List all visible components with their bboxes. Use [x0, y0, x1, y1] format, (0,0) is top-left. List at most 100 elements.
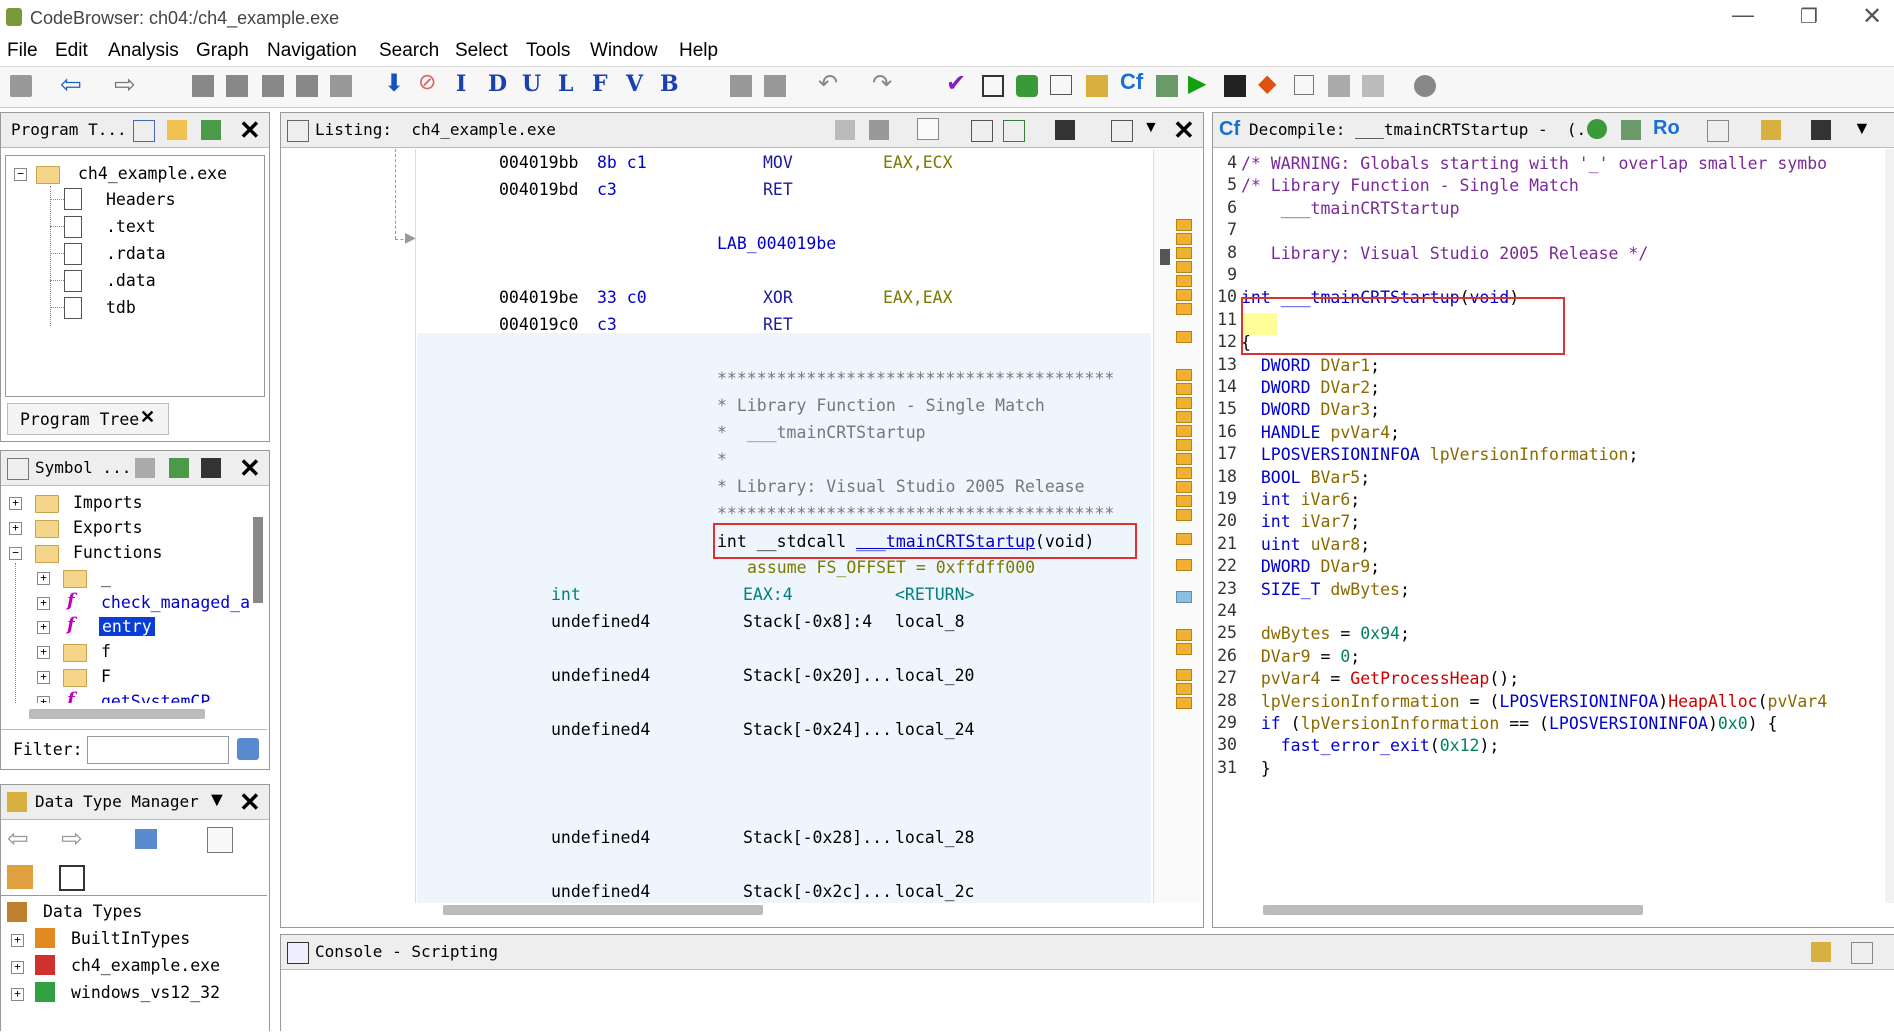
- memory-icon[interactable]: [1086, 75, 1108, 97]
- decompile-line[interactable]: lpVersionInformation = (LPOSVERSIONINFOA…: [1241, 691, 1827, 712]
- refresh-icon[interactable]: [1016, 75, 1038, 97]
- menu-search[interactable]: Search: [379, 40, 439, 62]
- token-variable[interactable]: lpVersionInformation: [1301, 714, 1500, 733]
- tool-icon-1[interactable]: [730, 75, 752, 97]
- token-number[interactable]: 0x0: [1718, 714, 1748, 733]
- save-icon[interactable]: [10, 75, 32, 97]
- tree-item-tdb[interactable]: tdb: [106, 298, 136, 317]
- var-name[interactable]: local_24: [895, 720, 974, 739]
- menu-graph[interactable]: Graph: [196, 40, 249, 62]
- close-window-button[interactable]: ✕: [1862, 2, 1882, 31]
- var-name[interactable]: local_20: [895, 666, 974, 685]
- collapse-icon[interactable]: −: [9, 547, 22, 560]
- clear-console-icon[interactable]: [1851, 942, 1873, 964]
- undo-icon[interactable]: ↶: [818, 69, 840, 97]
- token-variable[interactable]: pvVar4: [1261, 669, 1321, 688]
- close-symbol-tree-button[interactable]: ✕: [239, 453, 261, 484]
- tree-item-text[interactable]: .text: [106, 217, 156, 236]
- token-keyword[interactable]: LPOSVERSIONINFOA: [1549, 714, 1708, 733]
- decompile-menu-icon[interactable]: ▼: [1853, 118, 1871, 139]
- snapshot-icon[interactable]: [201, 458, 221, 478]
- var-name[interactable]: local_8: [895, 612, 965, 631]
- overview-bar[interactable]: [1153, 149, 1200, 903]
- menu-navigation[interactable]: Navigation: [267, 40, 357, 62]
- export-icon[interactable]: [1328, 75, 1350, 97]
- token-keyword[interactable]: SIZE_T: [1261, 580, 1321, 599]
- token-variable[interactable]: DVar3: [1320, 400, 1370, 419]
- function-folder-F[interactable]: F: [101, 667, 111, 686]
- token-variable[interactable]: pvVar4: [1768, 692, 1828, 711]
- expand-icon[interactable]: +: [37, 646, 50, 659]
- decompile-line[interactable]: /* WARNING: Globals starting with '_' ov…: [1241, 153, 1827, 174]
- field-layout-icon[interactable]: [971, 120, 993, 142]
- token-variable[interactable]: BVar5: [1311, 468, 1361, 487]
- bytes-view-icon[interactable]: [982, 75, 1004, 97]
- function-folder-f[interactable]: f: [101, 642, 111, 661]
- function-folder-underscore[interactable]: _: [101, 568, 111, 587]
- snapshot-icon[interactable]: [1811, 120, 1831, 140]
- close-tab-icon[interactable]: ✕: [140, 407, 155, 428]
- copy-icon[interactable]: [1707, 120, 1729, 142]
- run-icon[interactable]: ▶: [1188, 69, 1210, 97]
- expand-icon[interactable]: +: [11, 961, 24, 974]
- function-entry-selected[interactable]: entry: [99, 617, 155, 636]
- filter-options-icon[interactable]: [237, 738, 259, 760]
- dtm-forward-icon[interactable]: ⇨: [61, 823, 83, 854]
- symbol-tree-vscroll[interactable]: [253, 517, 263, 603]
- token-number[interactable]: 0x12: [1440, 736, 1480, 755]
- tree-item-headers[interactable]: Headers: [106, 190, 176, 209]
- token-function-call[interactable]: HeapAlloc: [1668, 692, 1757, 711]
- decompile-line[interactable]: DWORD DVar9;: [1241, 556, 1380, 577]
- expand-icon[interactable]: +: [37, 696, 50, 703]
- decompile-line[interactable]: ___tmainCRTStartup: [1241, 198, 1460, 219]
- var-name[interactable]: local_28: [895, 828, 974, 847]
- instruction-i-icon[interactable]: I: [456, 71, 478, 97]
- function-check-managed[interactable]: check_managed_ap: [101, 593, 251, 612]
- dtm-item-windows[interactable]: windows_vs12_32: [71, 983, 220, 1002]
- minimize-button[interactable]: —: [1732, 2, 1754, 28]
- nav-icon-2[interactable]: [226, 75, 248, 97]
- nav-icon-1[interactable]: [192, 75, 214, 97]
- menu-window[interactable]: Window: [590, 40, 658, 62]
- function-getsystemcp[interactable]: getSystemCP: [101, 692, 210, 703]
- token-variable[interactable]: lpVersionInformation: [1261, 692, 1460, 711]
- terminal-icon[interactable]: [1224, 75, 1246, 97]
- help-icon[interactable]: [1414, 75, 1436, 97]
- function-f-icon[interactable]: F: [592, 71, 614, 97]
- listing-mnemonic[interactable]: MOV: [763, 153, 793, 172]
- decompile-line[interactable]: dwBytes = 0x94;: [1241, 623, 1410, 644]
- graph-icon[interactable]: [1156, 75, 1178, 97]
- label-l-icon[interactable]: L: [558, 71, 580, 97]
- var-name[interactable]: local_2c: [895, 882, 974, 901]
- edit-icon[interactable]: [1761, 120, 1781, 140]
- token-keyword[interactable]: int: [1261, 512, 1291, 531]
- nav-icon-3[interactable]: [262, 75, 284, 97]
- menu-file[interactable]: File: [7, 40, 38, 62]
- decompile-line[interactable]: Library: Visual Studio 2005 Release */: [1241, 243, 1649, 264]
- listing-addr[interactable]: 004019bd: [499, 180, 578, 199]
- dtm-collapse-icon[interactable]: [59, 865, 85, 891]
- expand-icon[interactable]: +: [11, 934, 24, 947]
- expand-icon[interactable]: +: [11, 988, 24, 1001]
- listing-operands[interactable]: EAX,ECX: [883, 153, 953, 172]
- diamond-icon[interactable]: ◆: [1258, 69, 1280, 97]
- listing-addr[interactable]: 004019c0: [499, 315, 578, 334]
- collapse-icon[interactable]: −: [14, 168, 27, 181]
- listing-mnemonic[interactable]: XOR: [763, 288, 793, 307]
- decompile-cf-icon[interactable]: Cf: [1120, 69, 1143, 94]
- diff-icon[interactable]: [1003, 120, 1025, 142]
- navigate-icon[interactable]: [169, 458, 189, 478]
- decompile-line[interactable]: uint uVar8;: [1241, 534, 1370, 555]
- token-variable[interactable]: DVar1: [1320, 356, 1370, 375]
- token-variable[interactable]: lpVersionInformation: [1430, 445, 1629, 464]
- copy-icon[interactable]: [835, 120, 855, 140]
- token-keyword[interactable]: LPOSVERSIONINFOA: [1499, 692, 1658, 711]
- token-variable[interactable]: dwBytes: [1330, 580, 1400, 599]
- lock-icon[interactable]: [1811, 942, 1831, 962]
- listing-mnemonic[interactable]: RET: [763, 180, 793, 199]
- check-icon[interactable]: ✔: [946, 69, 968, 97]
- decompile-line[interactable]: if (lpVersionInformation == (LPOSVERSION…: [1241, 713, 1778, 734]
- token-keyword[interactable]: DWORD: [1261, 400, 1311, 419]
- symbol-item-exports[interactable]: Exports: [73, 518, 143, 537]
- token-keyword[interactable]: DWORD: [1261, 378, 1311, 397]
